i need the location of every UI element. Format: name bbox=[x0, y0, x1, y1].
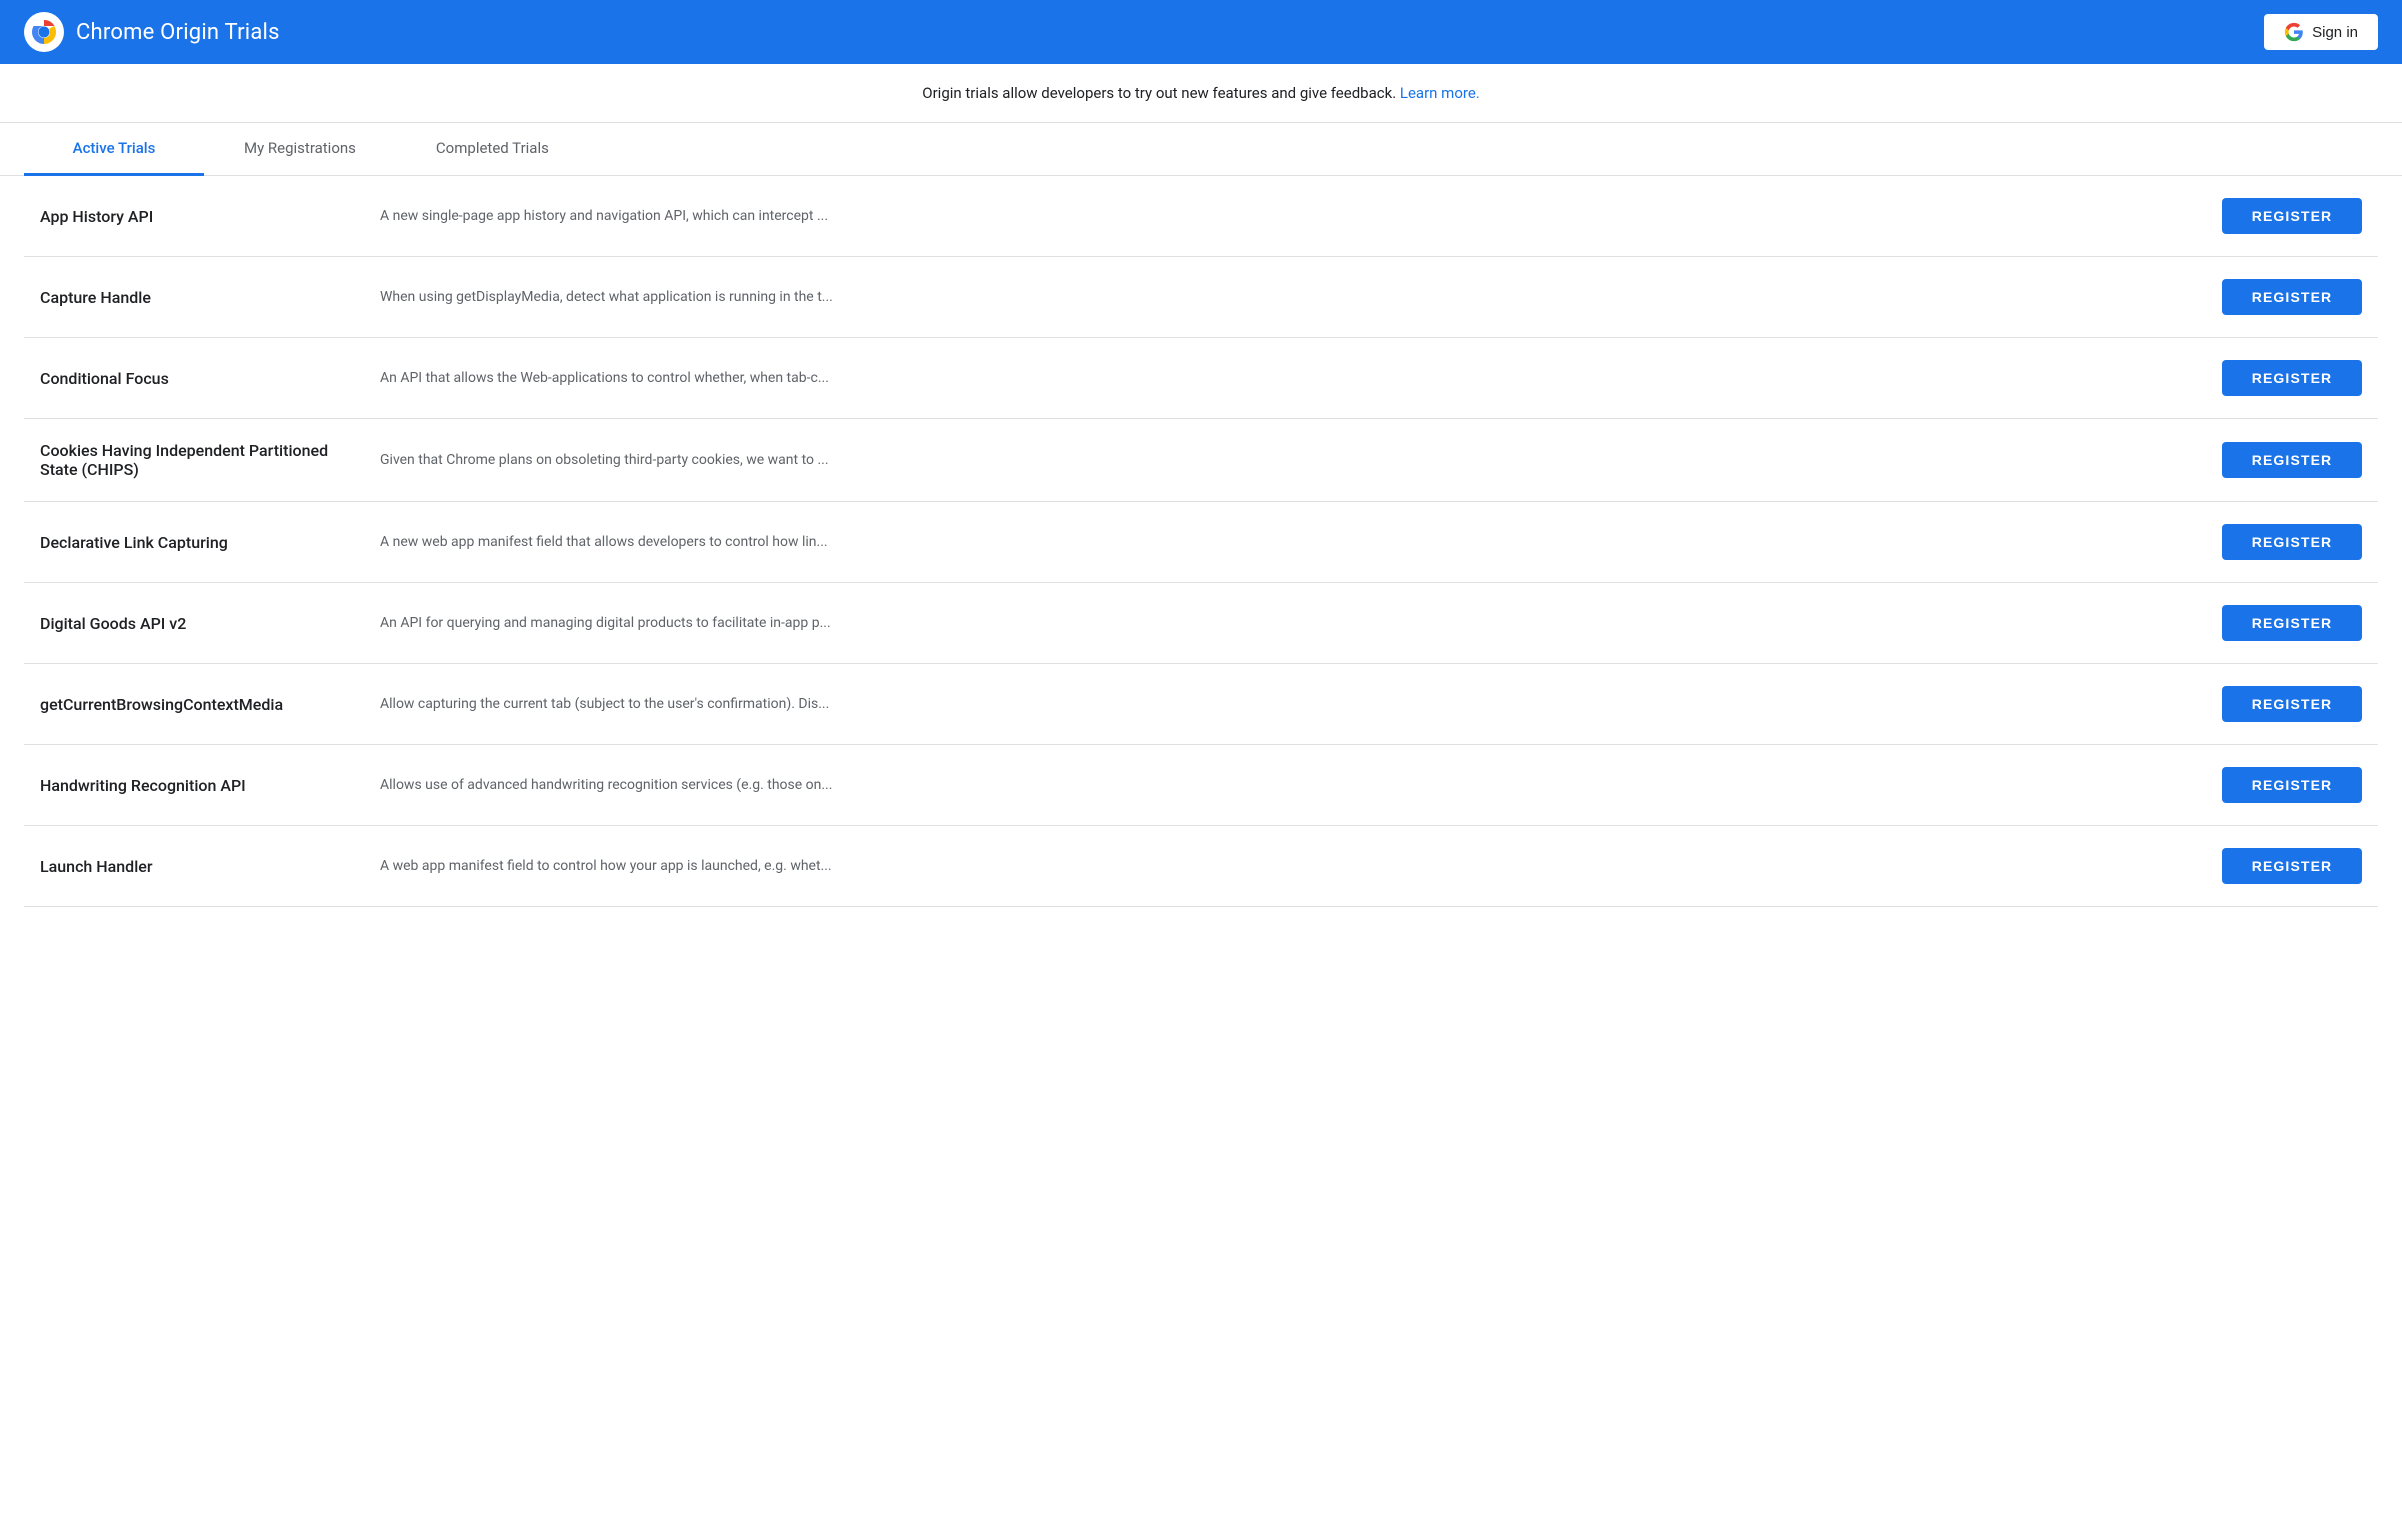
trial-description: When using getDisplayMedia, detect what … bbox=[380, 289, 2202, 305]
trial-description: A new single-page app history and naviga… bbox=[380, 208, 2202, 224]
trial-name: Conditional Focus bbox=[40, 369, 360, 388]
trial-row: Conditional Focus An API that allows the … bbox=[24, 338, 2378, 419]
learn-more-link[interactable]: Learn more. bbox=[1400, 84, 1480, 102]
info-bar: Origin trials allow developers to try ou… bbox=[0, 64, 2402, 123]
trials-list: App History API A new single-page app his… bbox=[0, 176, 2402, 907]
info-text: Origin trials allow developers to try ou… bbox=[922, 84, 1396, 102]
sign-in-label: Sign in bbox=[2312, 24, 2358, 41]
trial-row: Cookies Having Independent Partitioned S… bbox=[24, 419, 2378, 502]
trial-row: Launch Handler A web app manifest field t… bbox=[24, 826, 2378, 907]
trial-name: Handwriting Recognition API bbox=[40, 776, 360, 795]
google-g-icon bbox=[2284, 22, 2304, 42]
trial-name: Cookies Having Independent Partitioned S… bbox=[40, 441, 360, 479]
header-title: Chrome Origin Trials bbox=[76, 20, 280, 45]
register-button-8[interactable]: REGISTER bbox=[2222, 848, 2362, 884]
header-left: Chrome Origin Trials bbox=[24, 12, 280, 52]
trial-name: Capture Handle bbox=[40, 288, 360, 307]
register-button-5[interactable]: REGISTER bbox=[2222, 605, 2362, 641]
tab-completed-trials[interactable]: Completed Trials bbox=[396, 123, 589, 176]
trial-description: Given that Chrome plans on obsoleting th… bbox=[380, 452, 2202, 468]
sign-in-button[interactable]: Sign in bbox=[2264, 14, 2378, 50]
tab-active-trials[interactable]: Active Trials bbox=[24, 123, 204, 176]
trial-row: Capture Handle When using getDisplayMedia… bbox=[24, 257, 2378, 338]
register-button-6[interactable]: REGISTER bbox=[2222, 686, 2362, 722]
register-button-3[interactable]: REGISTER bbox=[2222, 442, 2362, 478]
register-button-4[interactable]: REGISTER bbox=[2222, 524, 2362, 560]
chrome-logo bbox=[24, 12, 64, 52]
trial-name: Digital Goods API v2 bbox=[40, 614, 360, 633]
register-button-1[interactable]: REGISTER bbox=[2222, 279, 2362, 315]
trial-name: Declarative Link Capturing bbox=[40, 533, 360, 552]
register-button-2[interactable]: REGISTER bbox=[2222, 360, 2362, 396]
trial-name: App History API bbox=[40, 207, 360, 226]
header: Chrome Origin Trials Sign in bbox=[0, 0, 2402, 64]
trial-name: getCurrentBrowsingContextMedia bbox=[40, 695, 360, 714]
tab-my-registrations[interactable]: My Registrations bbox=[204, 123, 396, 176]
trial-description: A new web app manifest field that allows… bbox=[380, 534, 2202, 550]
trial-row: Handwriting Recognition API Allows use of… bbox=[24, 745, 2378, 826]
tabs-nav: Active Trials My Registrations Completed… bbox=[0, 123, 2402, 176]
trial-description: An API that allows the Web-applications … bbox=[380, 370, 2202, 386]
trial-description: An API for querying and managing digital… bbox=[380, 615, 2202, 631]
register-button-7[interactable]: REGISTER bbox=[2222, 767, 2362, 803]
trial-row: getCurrentBrowsingContextMedia Allow capt… bbox=[24, 664, 2378, 745]
trial-row: App History API A new single-page app his… bbox=[24, 176, 2378, 257]
trial-description: Allows use of advanced handwriting recog… bbox=[380, 777, 2202, 793]
trial-name: Launch Handler bbox=[40, 857, 360, 876]
trial-description: Allow capturing the current tab (subject… bbox=[380, 696, 2202, 712]
register-button-0[interactable]: REGISTER bbox=[2222, 198, 2362, 234]
trial-description: A web app manifest field to control how … bbox=[380, 858, 2202, 874]
trial-row: Digital Goods API v2 An API for querying … bbox=[24, 583, 2378, 664]
trial-row: Declarative Link Capturing A new web app … bbox=[24, 502, 2378, 583]
